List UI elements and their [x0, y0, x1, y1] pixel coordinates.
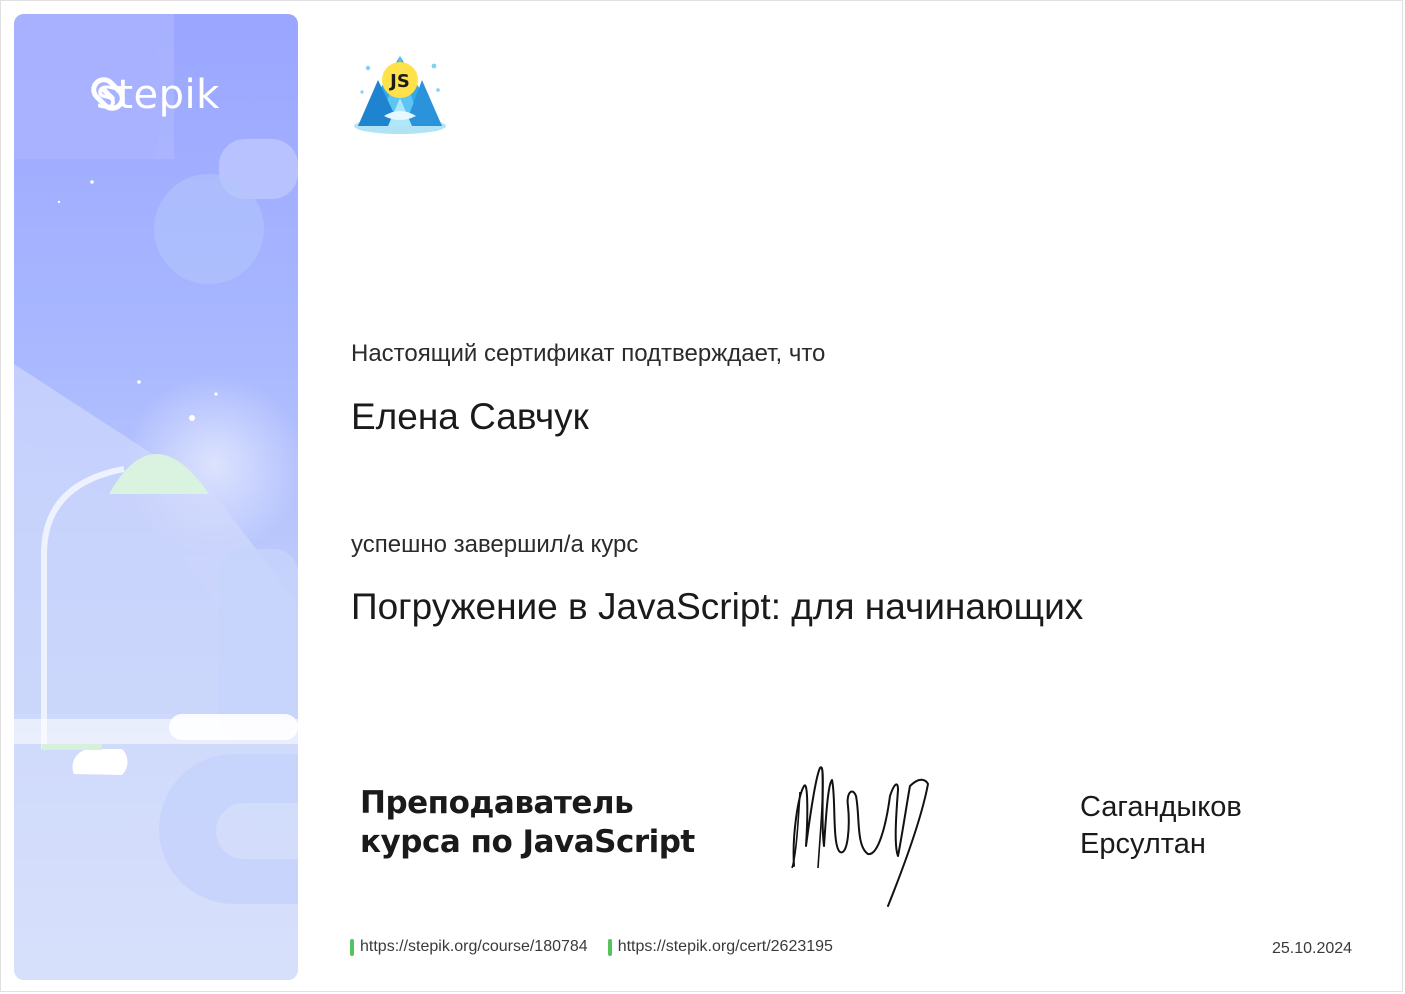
footer-links: https://stepik.org/course/180784 https:/…: [350, 938, 853, 956]
completion-text: успешно завершил/а курс: [351, 531, 639, 558]
teacher-name-line2: Ерсултан: [1080, 828, 1206, 860]
issue-date: 25.10.2024: [1272, 940, 1353, 957]
teacher-name-line1: Сагандыков: [1080, 791, 1242, 823]
teacher-name: Сагандыков Ерсултан: [1080, 789, 1242, 863]
certificate-intro: Настоящий сертификат подтверждает, что: [351, 340, 826, 367]
js-iceberg-logo-icon: JS: [354, 56, 446, 134]
brand: stepik: [86, 72, 220, 118]
recipient-name: Елена Савчук: [351, 396, 589, 437]
cert-link[interactable]: https://stepik.org/cert/2623195: [607, 938, 833, 956]
course-link[interactable]: https://stepik.org/course/180784: [350, 938, 588, 956]
cert-url[interactable]: https://stepik.org/cert/2623195: [618, 938, 833, 956]
teacher-role: Преподаватель курса по JavaScript: [360, 784, 695, 862]
decorative-side-panel: stepik: [14, 14, 298, 980]
course-title: Погружение в JavaScript: для начинающих: [351, 586, 1084, 627]
link-marker-icon: [607, 938, 612, 956]
stepik-logo-icon: [91, 77, 125, 111]
js-logo-text: JS: [388, 71, 410, 92]
teacher-signature: [791, 766, 929, 907]
link-marker-icon: [350, 938, 354, 956]
course-url[interactable]: https://stepik.org/course/180784: [360, 938, 588, 956]
teacher-role-line1: Преподаватель: [360, 785, 634, 821]
teacher-role-line2: курса по JavaScript: [360, 824, 695, 860]
side-panel-illustration: [14, 14, 298, 980]
